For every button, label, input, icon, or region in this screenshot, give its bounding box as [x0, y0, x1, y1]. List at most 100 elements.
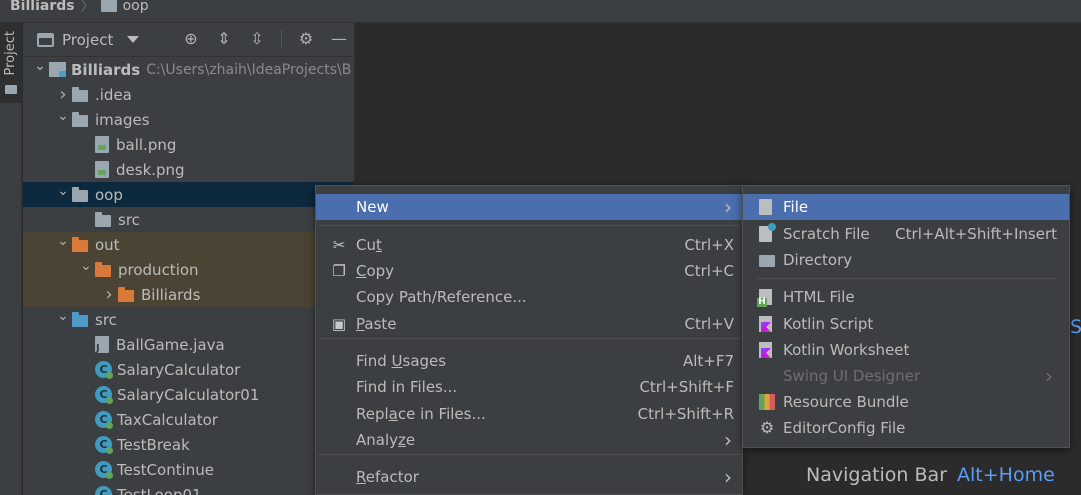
tree-row[interactable]: ⌄ src	[23, 307, 354, 332]
menu-item-replace-in-files[interactable]: Replace in Files... Ctrl+Shift+R	[316, 401, 742, 427]
tree-row[interactable]: ⌄ Billiards C:\Users\zhaih\IdeaProjects\B	[23, 57, 354, 82]
new-menu-item-html[interactable]: HTML File	[743, 284, 1069, 310]
chevron-down-icon[interactable]: ⌄	[54, 108, 72, 124]
locate-icon[interactable]: ⊕	[182, 30, 200, 48]
gear-icon[interactable]: ⚙	[297, 30, 315, 48]
tree-row-path: C:\Users\zhaih\IdeaProjects\B	[146, 61, 352, 78]
tree-row[interactable]: C TestLoop01	[23, 482, 354, 495]
hide-icon[interactable]: —	[330, 30, 348, 48]
new-menu-item-scratch[interactable]: Scratch File Ctrl+Alt+Shift+Insert	[743, 221, 1069, 247]
new-menu-item-file[interactable]: File	[743, 194, 1069, 220]
chevron-right-icon[interactable]: ›	[100, 284, 118, 305]
menu-item-label: Paste	[356, 315, 397, 333]
tree-row-label: .idea	[95, 85, 132, 104]
menu-item-find-in-files[interactable]: Find in Files... Ctrl+Shift+F	[316, 374, 742, 400]
tree-row-label: TestBreak	[117, 435, 190, 454]
menu-item-label: Copy	[356, 262, 395, 280]
tree-row[interactable]: › Billiards	[23, 282, 354, 307]
folder-icon	[72, 186, 88, 202]
menu-item-shortcut: Ctrl+X	[684, 236, 734, 254]
tool-window-strip: Project	[0, 23, 22, 495]
java-class-icon: C	[95, 461, 113, 479]
menu-item-label: Find Usages	[356, 352, 447, 370]
tree-row[interactable]: ⌄ out	[23, 232, 354, 257]
tree-row-label: TestContinue	[117, 460, 214, 479]
tree-row[interactable]: desk.png	[23, 157, 354, 182]
chevron-down-icon[interactable]: ⌄	[54, 308, 72, 324]
tree-row[interactable]: ⌄ images	[23, 107, 354, 132]
new-menu-item-resource-bundle[interactable]: Resource Bundle	[743, 389, 1069, 415]
new-menu-item-label: Scratch File	[783, 225, 870, 243]
new-menu-item-swing: Swing UI Designer ›	[743, 363, 1069, 389]
new-menu-item-kotlin-script[interactable]: Kotlin Script	[743, 311, 1069, 337]
chevron-down-icon[interactable]: ⌄	[54, 233, 72, 249]
new-menu-item-label: Kotlin Worksheet	[783, 341, 910, 359]
project-view-title[interactable]: Project	[62, 31, 113, 49]
new-menu-item-editorconfig[interactable]: ⚙ EditorConfig File	[743, 415, 1069, 441]
tree-row-label: production	[118, 260, 199, 279]
resource-bundle-icon	[759, 394, 775, 410]
tree-row[interactable]: C SalaryCalculator	[23, 357, 354, 382]
tree-row-label: desk.png	[116, 160, 185, 179]
menu-item-copy[interactable]: ❐ Copy Ctrl+C	[316, 258, 742, 284]
module-icon	[49, 62, 66, 77]
new-menu-item-label: Directory	[783, 251, 853, 269]
chevron-down-icon[interactable]	[127, 36, 140, 43]
tree-row-label: src	[118, 210, 140, 229]
tree-row-label: Billiards	[71, 60, 141, 79]
folder-icon	[759, 255, 775, 267]
folder-icon	[5, 85, 17, 94]
menu-item-new[interactable]: New ›	[316, 194, 742, 220]
breadcrumb-separator: 〉	[80, 0, 95, 15]
tree-row-label: oop	[95, 185, 123, 204]
collapse-all-icon[interactable]: ⇳	[248, 30, 266, 48]
java-class-icon: C	[95, 361, 113, 379]
tree-row[interactable]: src	[23, 207, 354, 232]
chevron-right-icon[interactable]: ›	[54, 84, 72, 105]
paste-icon: ▣	[331, 315, 347, 333]
menu-item-cut[interactable]: ✂ Cut Ctrl+X	[316, 232, 742, 258]
menu-item-label: Replace in Files...	[356, 405, 486, 423]
excluded-folder-icon	[95, 261, 111, 277]
project-panel: Project ⊕ ⇕ ⇳ ⚙ — ⌄ Billiards C:\Users\zha…	[23, 23, 355, 495]
menu-item-paste[interactable]: ▣ Paste Ctrl+V	[316, 311, 742, 337]
project-tool-tab-label: Project	[3, 31, 18, 76]
tree-row[interactable]: ball.png	[23, 132, 354, 157]
tree-row-label: TestLoop01	[117, 485, 202, 495]
menu-item-shortcut: Alt+F7	[682, 352, 734, 370]
java-class-icon: C	[95, 386, 113, 404]
menu-item-find-usages[interactable]: Find Usages Alt+F7	[316, 348, 742, 374]
breadcrumb-folder[interactable]: oop	[123, 0, 149, 14]
navigation-bar-hint: Navigation Bar Alt+Home	[806, 464, 1055, 486]
tree-row[interactable]: › .idea	[23, 82, 354, 107]
tree-row[interactable]: C TaxCalculator	[23, 407, 354, 432]
chevron-down-icon[interactable]: ⌄	[54, 183, 72, 199]
gear-icon: ⚙	[759, 418, 775, 437]
project-view-icon	[37, 32, 54, 47]
menu-item-shortcut: Ctrl+Shift+F	[639, 378, 734, 396]
tree-row[interactable]: C SalaryCalculator01	[23, 382, 354, 407]
new-menu-item-directory[interactable]: Directory	[743, 247, 1069, 273]
new-menu-item-label: Kotlin Script	[783, 315, 874, 333]
menu-item-label: Cut	[356, 236, 382, 254]
tree-row[interactable]: ⌄ oop	[23, 182, 354, 207]
tree-row[interactable]: ⌄ production	[23, 257, 354, 282]
menu-item-copy-path[interactable]: Copy Path/Reference...	[316, 284, 742, 310]
panel-toolbar: ⊕ ⇕ ⇳ ⚙ —	[182, 30, 348, 48]
menu-item-analyze[interactable]: Analyze ›	[316, 427, 742, 453]
chevron-down-icon[interactable]: ⌄	[77, 258, 95, 274]
chevron-right-icon: ›	[724, 465, 732, 489]
tree-row[interactable]: C TestContinue	[23, 457, 354, 482]
tree-row[interactable]: C TestBreak	[23, 432, 354, 457]
new-menu-item-kotlin-worksheet[interactable]: Kotlin Worksheet	[743, 337, 1069, 363]
menu-item-shortcut: Ctrl+C	[684, 262, 734, 280]
menu-separator	[318, 454, 740, 455]
expand-all-icon[interactable]: ⇕	[215, 30, 233, 48]
menu-item-refactor[interactable]: Refactor ›	[316, 464, 742, 490]
tree-row[interactable]: BallGame.java	[23, 332, 354, 357]
menu-item-label: Analyze	[356, 431, 416, 449]
project-tool-tab[interactable]: Project	[0, 23, 22, 103]
chevron-down-icon[interactable]: ⌄	[31, 58, 49, 74]
breadcrumb-project[interactable]: Billiards	[10, 0, 75, 14]
new-menu-item-label: HTML File	[783, 288, 855, 306]
